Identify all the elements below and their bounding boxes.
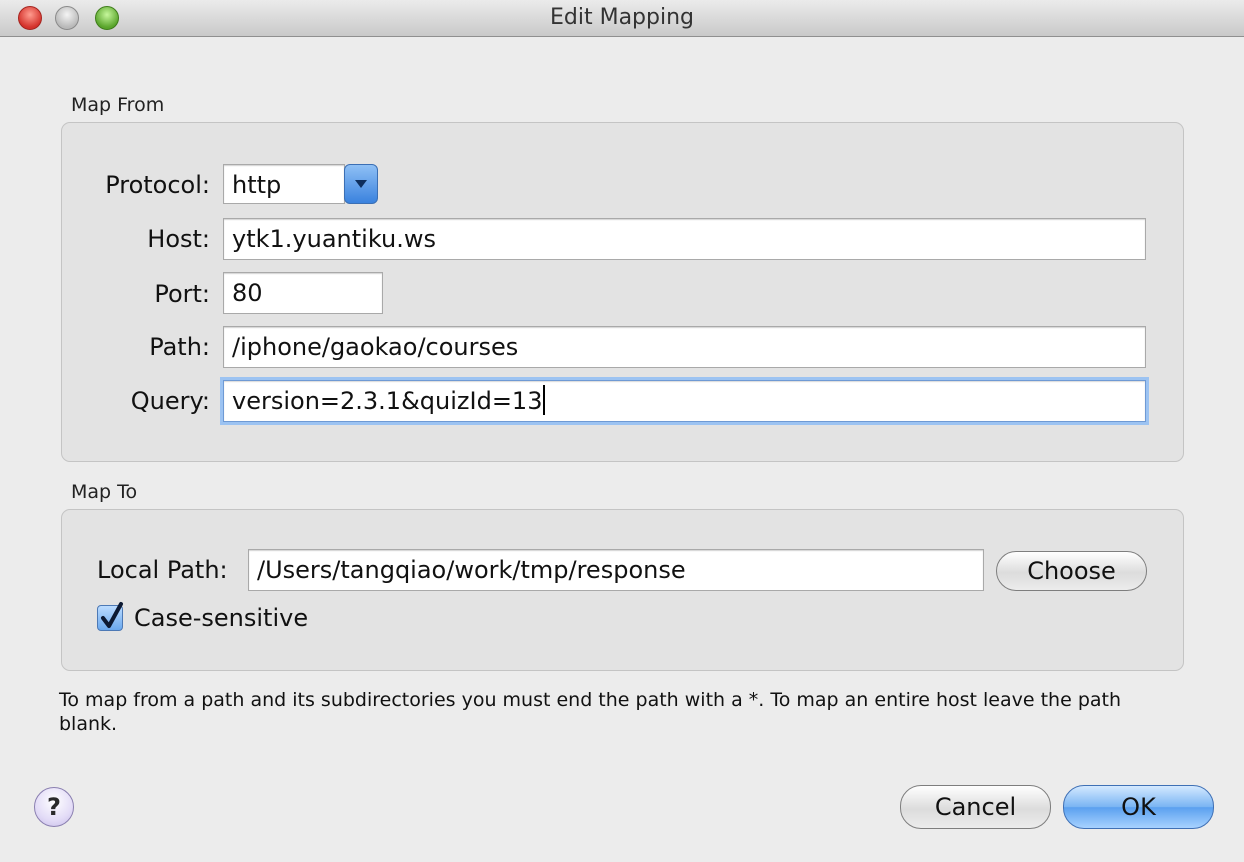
query-value: version=2.3.1&quizId=13 — [232, 387, 543, 415]
help-text: To map from a path and its subdirectorie… — [59, 689, 1122, 735]
checkmark-icon — [101, 602, 123, 628]
case-sensitive-checkbox[interactable] — [97, 602, 123, 631]
ok-button[interactable]: OK — [1063, 785, 1214, 829]
protocol-select[interactable]: http — [223, 164, 345, 204]
choose-button[interactable]: Choose — [996, 551, 1147, 591]
map-from-label: Map From — [71, 94, 165, 116]
host-field[interactable]: ytk1.yuantiku.ws — [223, 218, 1146, 260]
local-path-label: Local Path: — [97, 556, 228, 584]
query-label: Query: — [130, 387, 210, 415]
query-field[interactable]: version=2.3.1&quizId=13 — [223, 380, 1146, 422]
host-label: Host: — [147, 225, 210, 253]
port-field[interactable]: 80 — [223, 272, 383, 314]
port-label: Port: — [154, 280, 210, 308]
title-bar: Edit Mapping — [0, 0, 1244, 37]
path-label: Path: — [149, 333, 210, 361]
local-path-field[interactable]: /Users/tangqiao/work/tmp/response — [248, 549, 984, 591]
path-field[interactable]: /iphone/gaokao/courses — [223, 326, 1146, 368]
window-title: Edit Mapping — [549, 5, 694, 30]
help-button[interactable]: ? — [34, 787, 74, 827]
chevron-down-icon[interactable] — [344, 164, 378, 204]
case-sensitive-label[interactable]: Case-sensitive — [134, 604, 308, 632]
cancel-button[interactable]: Cancel — [900, 785, 1051, 829]
map-to-label: Map To — [71, 481, 138, 503]
protocol-label: Protocol: — [105, 171, 210, 199]
text-caret — [543, 385, 546, 415]
